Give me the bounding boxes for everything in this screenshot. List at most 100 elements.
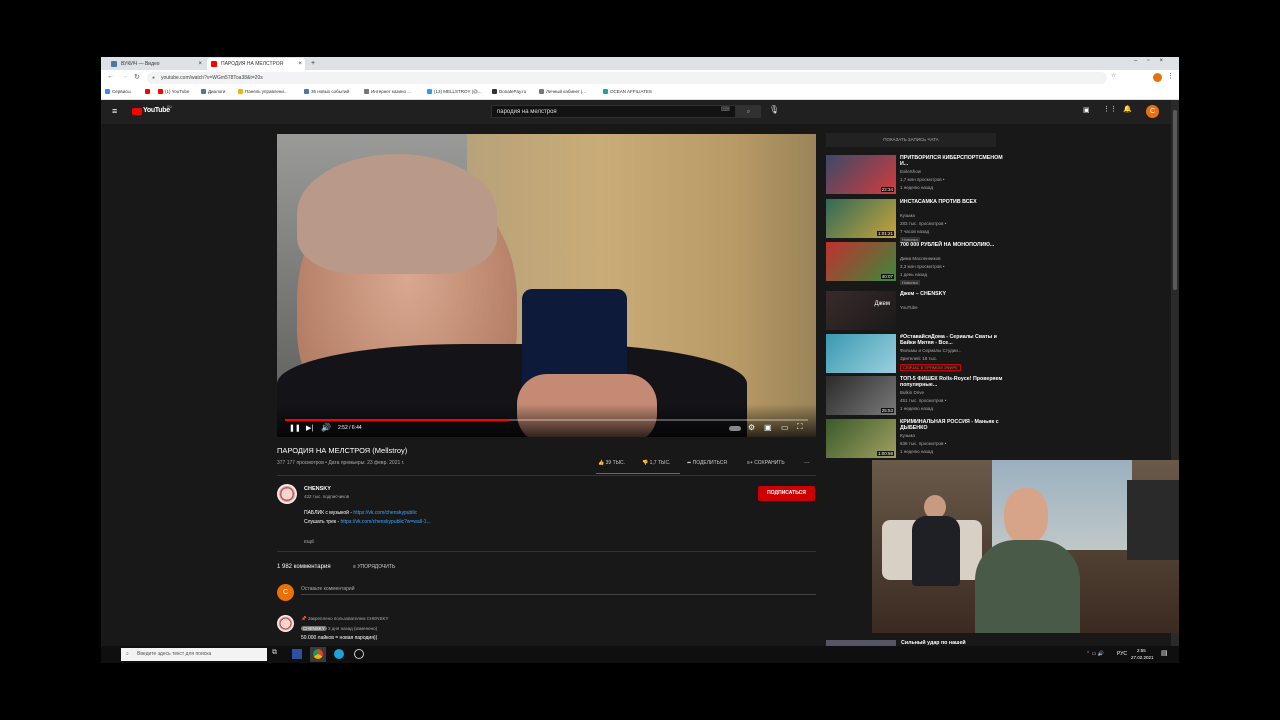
- clock-date[interactable]: 27.02.2021: [1131, 655, 1154, 660]
- bookmark-label: Сервисы: [112, 89, 131, 94]
- search-button[interactable]: ⌕: [736, 105, 761, 118]
- bookmark-item[interactable]: [145, 86, 152, 98]
- view-count: 1,7 млн просмотров •: [900, 177, 945, 182]
- bookmark-item[interactable]: Интернет казино ...: [364, 86, 411, 98]
- apps-icon[interactable]: ⋮⋮: [1103, 105, 1117, 113]
- forward-icon[interactable]: →: [121, 73, 128, 80]
- profile-avatar[interactable]: [1153, 73, 1162, 82]
- video-title[interactable]: #ОставайсяДома - Сериалы Сваты и Байки М…: [900, 334, 1005, 346]
- microphone-icon[interactable]: 🎙: [769, 105, 779, 114]
- comment-author-avatar[interactable]: [277, 615, 294, 632]
- notification-center-icon[interactable]: ▤: [1161, 649, 1168, 657]
- chrome-taskbar-item[interactable]: [310, 647, 326, 662]
- channel-avatar[interactable]: [277, 484, 297, 504]
- hamburger-menu-icon[interactable]: ≡: [112, 106, 117, 116]
- photoshop-icon[interactable]: [292, 649, 302, 659]
- comment-author[interactable]: CHENSKY: [301, 626, 327, 631]
- recommended-video[interactable]: 25:53 ТОП-5 ФИШЕК Rolls-Royce! Проверяем …: [826, 376, 1076, 416]
- bookmark-item[interactable]: Сервисы: [105, 86, 131, 98]
- reload-icon[interactable]: ↻: [134, 73, 140, 81]
- close-icon[interactable]: ×: [298, 58, 302, 70]
- scrollbar-thumb[interactable]: [1173, 110, 1177, 290]
- video-title[interactable]: ТОП-5 ФИШЕК Rolls-Royce! Проверяем попул…: [900, 376, 1005, 388]
- video-title[interactable]: ИНСТАСАМКА ПРОТИВ ВСЕХ: [900, 199, 1005, 205]
- bookmark-item[interactable]: 36 новых событий: [304, 86, 349, 98]
- description-link[interactable]: https://vk.com/chenskypublic: [353, 510, 417, 516]
- panel-icon: [238, 89, 243, 95]
- recommended-video[interactable]: 1:00:58 КРИМИНАЛЬНАЯ РОССИЯ - Маньяк с ДЫ…: [826, 419, 1076, 459]
- show-chat-replay-button[interactable]: ПОКАЗАТЬ ЗАПИСЬ ЧАТА: [826, 133, 996, 147]
- edge-icon[interactable]: [334, 649, 344, 659]
- menu-icon[interactable]: ⋮: [1167, 72, 1174, 80]
- new-tab-button[interactable]: +: [307, 58, 321, 70]
- share-button[interactable]: ➦ ПОДЕЛИТЬСЯ: [687, 460, 727, 466]
- video-player[interactable]: ❚❚ ▶| 🔊 2:52 / 6:44 ⚙ ▣ ▭ ⛶: [277, 134, 816, 437]
- description-link[interactable]: https://vk.com/chenskypublic?w=wall-1...: [340, 519, 430, 525]
- pause-icon[interactable]: ❚❚: [289, 424, 301, 432]
- input-language[interactable]: РУС: [1117, 651, 1127, 657]
- channel-name[interactable]: CHENSKY: [304, 486, 331, 492]
- recommended-video[interactable]: #ОставайсяДома - Сериалы Сваты и Байки М…: [826, 334, 1076, 374]
- video-title[interactable]: КРИМИНАЛЬНАЯ РОССИЯ - Маньяк с ДЫБЕНКО: [900, 419, 1005, 431]
- theater-mode-icon[interactable]: ▭: [781, 423, 789, 432]
- tab-vk[interactable]: ВУКИЧ — Видео ×: [107, 58, 205, 70]
- avatar[interactable]: C: [1146, 105, 1159, 118]
- subscribe-button[interactable]: ПОДПИСАТЬСЯ: [758, 486, 815, 501]
- tray-icons[interactable]: ⌃ ▭ 🔊: [1086, 651, 1104, 657]
- video-thumbnail[interactable]: Джем: [826, 291, 896, 330]
- video-thumbnail[interactable]: 1:01:21: [826, 199, 896, 238]
- miniplayer-icon[interactable]: ▣: [764, 423, 772, 432]
- video-title[interactable]: Джем – CHENSKY: [900, 291, 1005, 297]
- create-video-icon[interactable]: ▣: [1083, 106, 1090, 114]
- like-button[interactable]: 👍 39 ТЫС.: [598, 460, 625, 466]
- youtube-logo-icon[interactable]: [132, 108, 142, 115]
- bookmark-item[interactable]: (1) YouTube: [158, 86, 189, 98]
- video-thumbnail[interactable]: 40:07: [826, 242, 896, 281]
- sort-comments-button[interactable]: ≡ УПОРЯДОЧИТЬ: [353, 564, 395, 570]
- comment-input[interactable]: Оставьте комментарий: [301, 586, 355, 592]
- more-actions-button[interactable]: ...: [804, 458, 810, 465]
- dislike-button[interactable]: 👎 1,7 ТЫС.: [642, 460, 670, 466]
- task-view-icon[interactable]: ⧉: [272, 649, 277, 657]
- bookmark-label: 36 новых событий: [311, 89, 350, 94]
- video-thumbnail[interactable]: [826, 334, 896, 373]
- fullscreen-icon[interactable]: ⛶: [797, 422, 803, 432]
- obs-icon[interactable]: [354, 649, 364, 659]
- channel-name: YouTube: [900, 305, 918, 310]
- video-title[interactable]: 700 000 РУБЛЕЙ НА МОНОПОЛИЮ...: [900, 242, 1005, 248]
- recommended-video[interactable]: 40:07 700 000 РУБЛЕЙ НА МОНОПОЛИЮ... Дима …: [826, 242, 1076, 285]
- recommended-video[interactable]: Джем Джем – CHENSKY YouTube: [826, 291, 1076, 331]
- recommended-video[interactable]: 22:34 ПРИТВОРИЛСЯ КИБЕРСПОРТСМЕНОМ И... Ex…: [826, 155, 1076, 195]
- youtube-logo-text[interactable]: YouTube: [143, 107, 170, 114]
- progress-bar[interactable]: [285, 419, 808, 421]
- back-icon[interactable]: ←: [107, 73, 114, 80]
- tab-youtube[interactable]: ПАРОДИЯ НА МЕЛСТРОЯ ×: [207, 58, 305, 70]
- window-controls[interactable]: –▫×: [1134, 58, 1173, 64]
- close-icon[interactable]: ×: [198, 58, 202, 70]
- view-count: 283 тыс. просмотров •: [900, 221, 947, 226]
- keyboard-icon[interactable]: ⌨: [721, 106, 730, 113]
- autoplay-toggle[interactable]: [729, 426, 741, 431]
- bookmark-item[interactable]: Диалоги: [201, 86, 225, 98]
- video-thumbnail[interactable]: 22:34: [826, 155, 896, 194]
- taskbar-search-input[interactable]: ⌕ Введите здесь текст для поиска: [121, 648, 267, 661]
- bookmark-item[interactable]: OCEAN AFFILIATES: [603, 86, 652, 98]
- volume-icon[interactable]: 🔊: [321, 423, 331, 432]
- bookmark-item[interactable]: Личный кабинет |...: [539, 86, 586, 98]
- notifications-icon[interactable]: 🔔: [1123, 105, 1132, 113]
- star-icon[interactable]: ☆: [1111, 72, 1116, 79]
- next-icon[interactable]: ▶|: [306, 424, 313, 432]
- settings-icon[interactable]: ⚙: [748, 423, 755, 432]
- bookmark-item[interactable]: Панель управлени...: [238, 86, 288, 98]
- video-thumbnail[interactable]: 25:53: [826, 376, 896, 415]
- url-field[interactable]: ● youtube.com/watch?v=WGm578Toa38&t=20s: [147, 72, 1107, 84]
- save-button[interactable]: ≡+ СОХРАНИТЬ: [747, 460, 785, 466]
- bookmark-item[interactable]: (13) MELLSTROY (@...: [427, 86, 482, 98]
- bookmark-item[interactable]: DonatePay.ru: [492, 86, 526, 98]
- show-more-button[interactable]: ЕЩЁ: [304, 539, 314, 544]
- search-input[interactable]: пародия на мелстроя: [491, 105, 736, 118]
- video-title[interactable]: ПРИТВОРИЛСЯ КИБЕРСПОРТСМЕНОМ И...: [900, 155, 1005, 167]
- recommended-video[interactable]: 1:01:21 ИНСТАСАМКА ПРОТИВ ВСЕХ Кузьма 283 т…: [826, 199, 1076, 242]
- clock-time[interactable]: 2:55: [1137, 648, 1146, 653]
- video-thumbnail[interactable]: 1:00:58: [826, 419, 896, 458]
